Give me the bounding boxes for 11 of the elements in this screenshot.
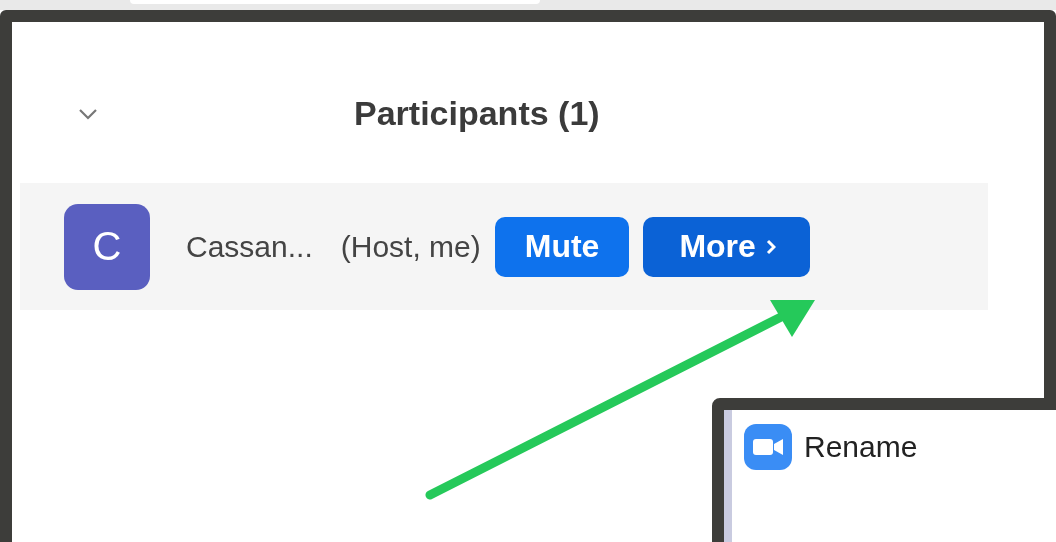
- participant-name: Cassan...: [186, 229, 313, 264]
- more-button[interactable]: More: [643, 216, 810, 277]
- mute-button[interactable]: Mute: [494, 216, 630, 277]
- chevron-right-icon: [765, 238, 776, 255]
- participant-role: (Host, me): [340, 229, 481, 264]
- chevron-down-icon[interactable]: [78, 108, 98, 120]
- rename-menu-item[interactable]: Rename: [804, 430, 918, 464]
- panel-title: Participants (1): [354, 93, 600, 133]
- participant-row[interactable]: C Cassan... (Host, me) Mute More: [20, 183, 988, 310]
- video-camera-icon: [744, 424, 792, 470]
- avatar: C: [64, 203, 150, 290]
